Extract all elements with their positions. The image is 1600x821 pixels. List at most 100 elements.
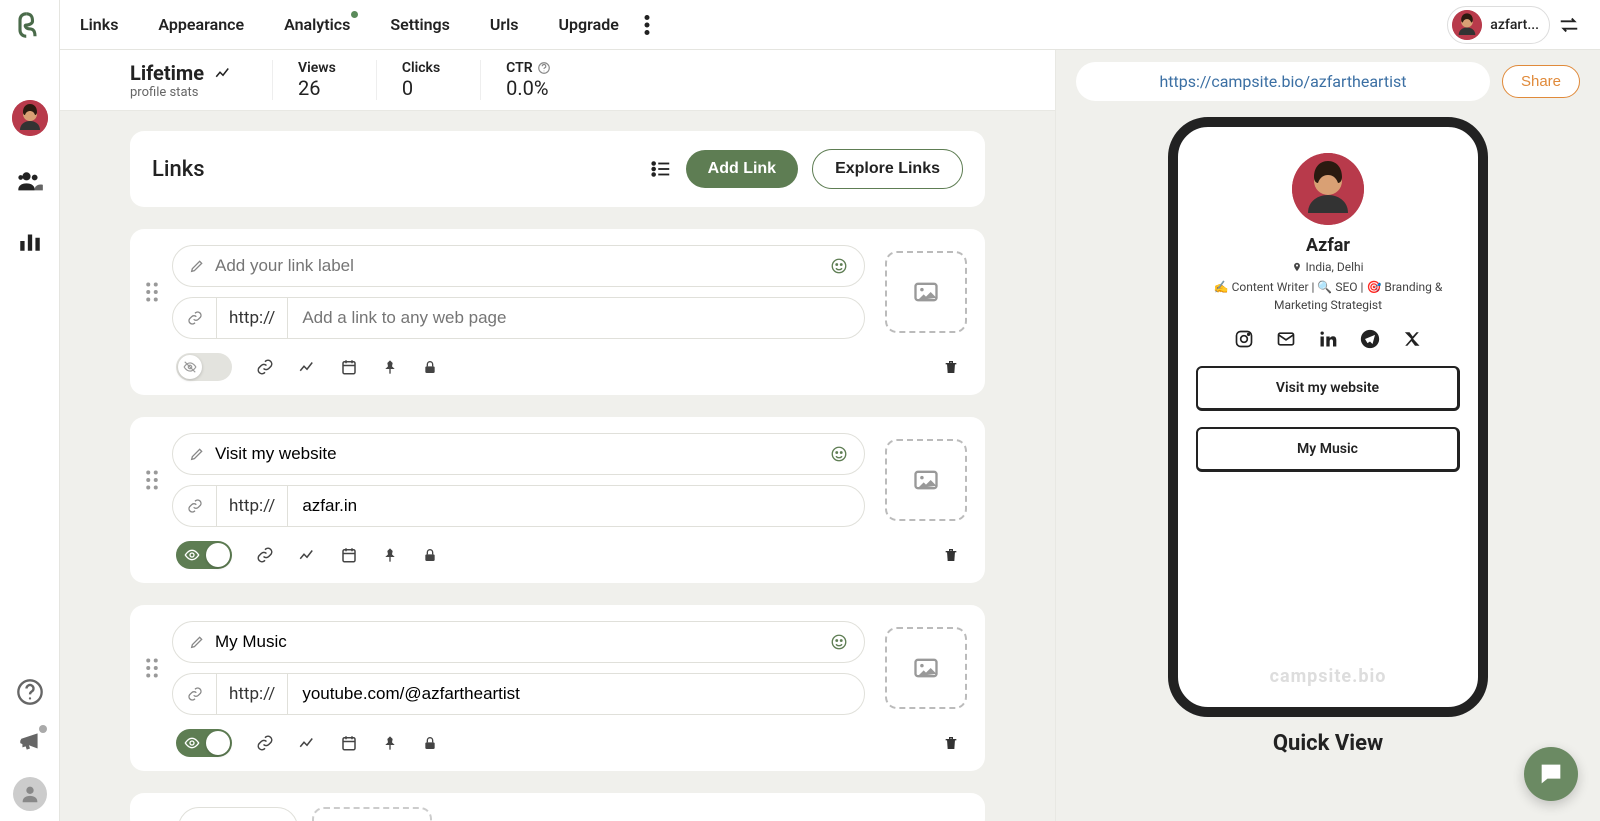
- tab-urls[interactable]: Urls: [490, 15, 519, 34]
- link-icon: [173, 298, 217, 338]
- link-settings-icon[interactable]: [256, 358, 274, 376]
- emoji-picker-icon[interactable]: [830, 445, 848, 463]
- protocol-label[interactable]: http://: [217, 486, 288, 526]
- chat-fab-icon[interactable]: [1524, 747, 1578, 801]
- account-avatar-placeholder[interactable]: [13, 777, 47, 811]
- preview-socials: [1233, 328, 1423, 350]
- preview-name: Azfar: [1306, 235, 1350, 256]
- lock-icon[interactable]: [422, 546, 438, 564]
- link-card: http://: [130, 417, 985, 583]
- mail-icon[interactable]: [1275, 328, 1297, 350]
- tab-settings[interactable]: Settings: [390, 15, 450, 34]
- stats-subtitle: profile stats: [130, 85, 232, 100]
- stats-bar: Lifetime profile stats Views 26 Clicks 0…: [60, 50, 1055, 111]
- thumbnail-upload[interactable]: [885, 251, 967, 333]
- link-icon: [173, 486, 217, 526]
- link-settings-icon[interactable]: [256, 734, 274, 752]
- tab-links[interactable]: Links: [80, 15, 118, 34]
- pin-icon[interactable]: [382, 734, 398, 752]
- pin-icon[interactable]: [382, 358, 398, 376]
- drag-handle-icon[interactable]: [142, 470, 162, 490]
- swap-account-icon[interactable]: [1558, 14, 1580, 36]
- link-url-input[interactable]: [288, 684, 864, 704]
- link-card: [130, 793, 985, 821]
- stat-clicks: Clicks 0: [376, 60, 440, 100]
- lock-icon[interactable]: [422, 358, 438, 376]
- edit-icon[interactable]: [189, 446, 205, 462]
- list-view-icon[interactable]: [650, 158, 672, 180]
- schedule-icon[interactable]: [340, 546, 358, 564]
- emoji-picker-icon[interactable]: [830, 257, 848, 275]
- link-label-input[interactable]: [215, 256, 820, 276]
- announcements-icon[interactable]: [15, 727, 45, 757]
- link-url-input[interactable]: [288, 308, 864, 328]
- link-settings-icon[interactable]: [256, 546, 274, 564]
- share-button[interactable]: Share: [1502, 65, 1580, 98]
- preview-bio: ✍️ Content Writer | 🔍 SEO | 🎯 Branding &…: [1196, 278, 1460, 314]
- help-icon[interactable]: [15, 677, 45, 707]
- protocol-label[interactable]: http://: [217, 674, 288, 714]
- info-icon[interactable]: [537, 61, 551, 75]
- links-header: Links Add Link Explore Links: [130, 131, 985, 207]
- lock-icon[interactable]: [422, 734, 438, 752]
- quick-view-label: Quick View: [1273, 731, 1383, 756]
- tab-analytics[interactable]: Analytics: [284, 15, 350, 34]
- tab-upgrade[interactable]: Upgrade: [559, 15, 619, 34]
- phone-preview: Azfar India, Delhi ✍️ Content Writer | 🔍…: [1168, 117, 1488, 717]
- user-label: azfart...: [1490, 17, 1539, 33]
- drag-handle-icon[interactable]: [142, 282, 162, 302]
- preview-location: India, Delhi: [1292, 260, 1363, 274]
- visibility-toggle[interactable]: [176, 353, 232, 381]
- analytics-icon[interactable]: [298, 734, 316, 752]
- edit-icon[interactable]: [189, 258, 205, 274]
- link-label-input[interactable]: [215, 444, 820, 464]
- emoji-picker-icon[interactable]: [830, 633, 848, 651]
- app-logo-icon[interactable]: [15, 10, 45, 40]
- visibility-toggle[interactable]: [176, 541, 232, 569]
- explore-links-button[interactable]: Explore Links: [812, 149, 963, 189]
- link-url-input[interactable]: [288, 496, 864, 516]
- left-rail: [0, 0, 60, 821]
- preview-avatar: [1292, 153, 1364, 225]
- preview-pane: https://campsite.bio/azfartheartist Shar…: [1055, 50, 1600, 821]
- link-card: http://: [130, 229, 985, 395]
- link-card: http://: [130, 605, 985, 771]
- schedule-icon[interactable]: [340, 358, 358, 376]
- profile-avatar[interactable]: [12, 100, 48, 136]
- tab-appearance[interactable]: Appearance: [158, 15, 244, 34]
- link-icon: [173, 674, 217, 714]
- link-label-input[interactable]: [215, 632, 820, 652]
- linkedin-icon[interactable]: [1317, 328, 1339, 350]
- users-icon[interactable]: [15, 166, 45, 196]
- preview-link-button[interactable]: Visit my website: [1196, 366, 1460, 411]
- delete-icon[interactable]: [943, 546, 959, 564]
- thumbnail-upload[interactable]: [885, 627, 967, 709]
- top-nav: Links Appearance Analytics Settings Urls…: [60, 0, 1600, 50]
- telegram-icon[interactable]: [1359, 328, 1381, 350]
- visibility-toggle[interactable]: [176, 729, 232, 757]
- schedule-icon[interactable]: [340, 734, 358, 752]
- analytics-icon[interactable]: [298, 546, 316, 564]
- instagram-icon[interactable]: [1233, 328, 1255, 350]
- thumbnail-upload[interactable]: [885, 439, 967, 521]
- work-area: Lifetime profile stats Views 26 Clicks 0…: [60, 50, 1055, 821]
- more-menu-icon[interactable]: [644, 15, 650, 35]
- analytics-icon[interactable]: [298, 358, 316, 376]
- stat-ctr: CTR 0.0%: [480, 60, 550, 100]
- delete-icon[interactable]: [943, 734, 959, 752]
- preview-watermark: campsite.bio: [1270, 666, 1387, 687]
- stat-views: Views 26: [272, 60, 336, 100]
- user-menu[interactable]: azfart...: [1447, 6, 1550, 44]
- pin-icon[interactable]: [382, 546, 398, 564]
- preview-link-button[interactable]: My Music: [1196, 427, 1460, 472]
- edit-icon[interactable]: [189, 634, 205, 650]
- analytics-icon[interactable]: [15, 226, 45, 256]
- protocol-label[interactable]: http://: [217, 298, 288, 338]
- drag-handle-icon[interactable]: [142, 658, 162, 678]
- preview-url[interactable]: https://campsite.bio/azfartheartist: [1076, 62, 1490, 101]
- x-icon[interactable]: [1401, 328, 1423, 350]
- delete-icon[interactable]: [943, 358, 959, 376]
- links-title: Links: [152, 157, 636, 182]
- trend-icon: [214, 64, 232, 82]
- add-link-button[interactable]: Add Link: [686, 150, 798, 188]
